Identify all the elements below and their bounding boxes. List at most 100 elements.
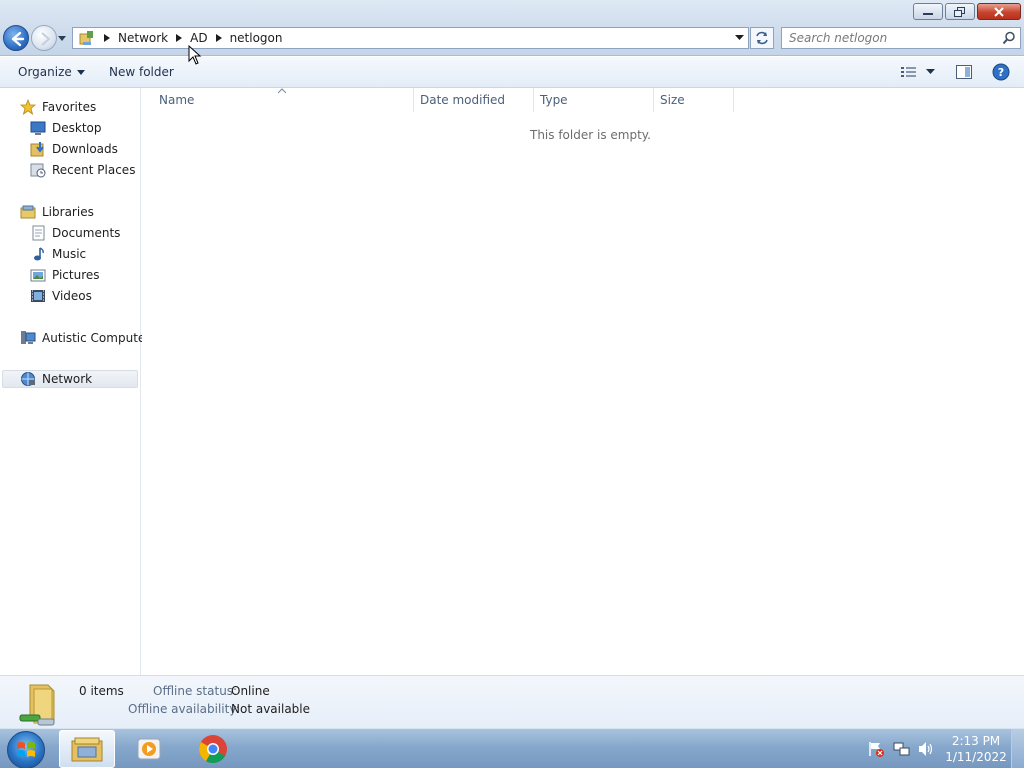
organize-label: Organize: [18, 65, 72, 79]
address-bar[interactable]: Network AD netlogon: [72, 27, 749, 49]
nav-item-recent-places[interactable]: Recent Places: [30, 161, 135, 179]
view-options-dropdown[interactable]: [926, 62, 935, 82]
nav-item-label: Documents: [52, 226, 121, 240]
nav-network-label: Network: [42, 372, 93, 386]
nav-item-label: Pictures: [52, 268, 100, 282]
mouse-cursor-icon: [188, 45, 202, 65]
offline-status-value: Online: [231, 684, 270, 698]
downloads-icon: [30, 142, 44, 157]
breadcrumb-netlogon[interactable]: netlogon: [230, 31, 283, 45]
nav-item-music[interactable]: Music: [30, 245, 86, 263]
windows-logo-icon: [17, 742, 35, 757]
taskbar-windows-explorer[interactable]: [59, 730, 115, 768]
nav-item-videos[interactable]: Videos: [30, 287, 92, 305]
nav-item-downloads[interactable]: Downloads: [30, 140, 118, 158]
offline-status-label: Offline status:: [153, 684, 238, 698]
start-button[interactable]: [7, 731, 45, 768]
taskbar-chrome[interactable]: [188, 730, 238, 768]
window-controls: [913, 3, 1021, 21]
nav-item-desktop[interactable]: Desktop: [30, 119, 102, 137]
star-icon: [20, 99, 36, 115]
new-folder-button[interactable]: New folder: [109, 65, 174, 79]
recent-pages-dropdown-icon[interactable]: [58, 35, 68, 43]
videos-icon: [31, 290, 45, 302]
column-header-label: Type: [540, 93, 568, 107]
close-button[interactable]: [977, 3, 1021, 20]
minimize-icon: [923, 12, 933, 15]
chevron-down-icon: [926, 69, 935, 74]
restore-button[interactable]: [945, 3, 975, 20]
nav-item-label: Desktop: [52, 121, 102, 135]
nav-libraries-label: Libraries: [42, 205, 94, 219]
taskbar-media-player[interactable]: [124, 730, 174, 768]
network-folder-icon: [79, 31, 93, 45]
taskbar: 2:13 PM 1/11/2022: [0, 728, 1024, 768]
column-header-label: Name: [159, 93, 195, 107]
nav-favorites-label: Favorites: [42, 100, 97, 114]
offline-availability-label: Offline availability:: [128, 702, 240, 716]
music-icon: [34, 247, 44, 261]
organize-menu[interactable]: Organize: [18, 65, 85, 79]
search-box: [781, 27, 1021, 49]
column-header-label: Size: [660, 93, 685, 107]
forward-button[interactable]: [31, 25, 57, 51]
nav-item-pictures[interactable]: Pictures: [30, 266, 100, 284]
clock[interactable]: 2:13 PM 1/11/2022: [941, 733, 1011, 765]
computer-icon: [21, 331, 36, 344]
address-history-dropdown[interactable]: [732, 31, 746, 45]
libraries-icon: [20, 205, 36, 219]
clock-time: 2:13 PM: [951, 734, 1001, 748]
breadcrumb-separator-icon[interactable]: [176, 34, 183, 42]
column-header-label: Date modified: [420, 93, 506, 107]
nav-libraries[interactable]: Libraries: [20, 203, 94, 221]
breadcrumb-separator-icon[interactable]: [104, 34, 110, 42]
breadcrumb-separator-icon[interactable]: [215, 34, 222, 42]
nav-computer-label: Autistic Computer: [42, 331, 151, 345]
breadcrumb-ad[interactable]: AD: [190, 31, 207, 45]
refresh-button[interactable]: [750, 27, 774, 49]
network-status-icon[interactable]: [893, 740, 911, 758]
network-folder-icon: [19, 684, 55, 726]
minimize-button[interactable]: [913, 3, 943, 20]
sort-ascending-icon: [278, 88, 286, 94]
nav-item-label: Music: [52, 247, 87, 261]
nav-network[interactable]: Network: [2, 370, 138, 388]
change-view-button[interactable]: [900, 62, 918, 82]
pictures-icon: [30, 269, 46, 282]
file-list: Name Date modified Type Size This folder…: [142, 88, 1024, 675]
recent-places-icon: [30, 163, 46, 178]
arrow-right-icon: [41, 32, 51, 46]
breadcrumb-network[interactable]: Network: [118, 31, 168, 45]
documents-icon: [32, 225, 45, 241]
column-header-date-modified[interactable]: Date modified: [414, 88, 534, 112]
volume-icon[interactable]: [917, 740, 935, 758]
column-header-size[interactable]: Size: [654, 88, 734, 112]
nav-computer[interactable]: Autistic Computer: [20, 329, 150, 347]
help-button[interactable]: ?: [992, 62, 1010, 82]
desktop-icon: [30, 121, 46, 135]
chevron-down-icon: [734, 35, 744, 40]
details-pane: 0 items Offline status: Online Offline a…: [0, 675, 1024, 728]
empty-folder-message: This folder is empty.: [530, 128, 651, 142]
nav-favorites[interactable]: Favorites: [20, 98, 96, 116]
nav-item-label: Downloads: [52, 142, 118, 156]
restore-icon: [954, 6, 965, 17]
windows-explorer-icon: [71, 737, 103, 762]
navigation-pane: Favorites Desktop Downloads Recent Place…: [0, 88, 150, 675]
back-button[interactable]: [3, 25, 29, 51]
system-tray: 2:13 PM 1/11/2022: [867, 729, 1024, 768]
network-icon: [21, 372, 35, 386]
show-desktop-button[interactable]: [1011, 729, 1024, 768]
search-icon[interactable]: [1002, 31, 1016, 45]
view-details-icon: [901, 67, 916, 77]
nav-item-label: Recent Places: [52, 163, 136, 177]
offline-availability-value: Not available: [231, 702, 311, 716]
preview-pane-button[interactable]: [956, 62, 972, 82]
column-header-type[interactable]: Type: [534, 88, 654, 112]
refresh-icon: [756, 31, 768, 45]
preview-pane-icon: [956, 65, 972, 79]
search-input[interactable]: [782, 28, 992, 48]
nav-item-documents[interactable]: Documents: [30, 224, 120, 242]
action-center-flag-icon[interactable]: [867, 740, 885, 758]
command-bar: Organize New folder ?: [0, 57, 1024, 88]
